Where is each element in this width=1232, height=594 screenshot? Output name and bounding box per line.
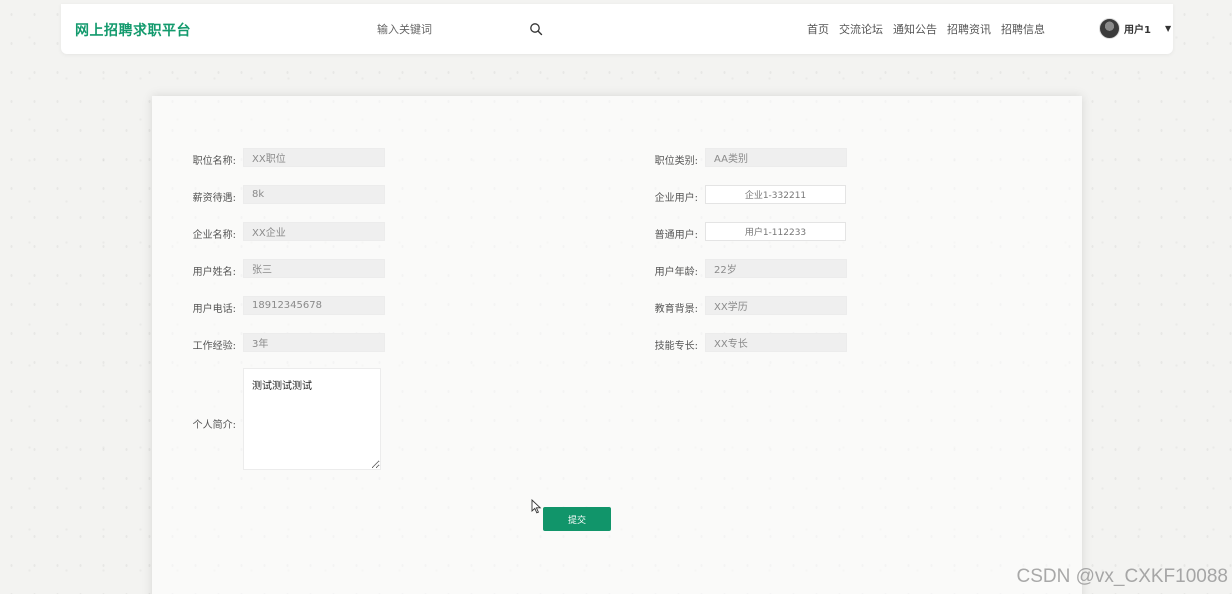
regular-user-label: 普通用户: [654, 230, 698, 241]
company-user-label: 企业用户: [654, 193, 698, 204]
intro-textarea[interactable]: 测试测试测试 [243, 368, 381, 470]
job-application-form: 职位名称: 薪资待遇: 企业名称: 用户姓名: 用户电话: 工作经验: 职位类别… [152, 96, 1082, 594]
user-age-input[interactable] [705, 259, 847, 278]
user-phone-input[interactable] [243, 296, 385, 315]
position-name-input[interactable] [243, 148, 385, 167]
skills-label: 技能专长: [654, 341, 698, 352]
nav-item-jobs[interactable]: 招聘信息 [1001, 21, 1045, 37]
nav-item-forum[interactable]: 交流论坛 [839, 21, 883, 37]
mouse-cursor-icon [531, 499, 542, 514]
submit-button[interactable]: 提交 [543, 507, 611, 531]
watermark-text: CSDN @vx_CXKF10088 [1016, 566, 1228, 587]
salary-input[interactable] [243, 185, 385, 204]
search-icon[interactable] [529, 22, 543, 36]
company-name-input[interactable] [243, 222, 385, 241]
user-fullname-input[interactable] [243, 259, 385, 278]
site-brand[interactable]: 网上招聘求职平台 [75, 20, 191, 40]
user-fullname-label: 用户姓名: [192, 267, 236, 278]
main-nav: 首页 交流论坛 通知公告 招聘资讯 招聘信息 [807, 21, 1045, 37]
work-experience-input[interactable] [243, 333, 385, 352]
company-user-input[interactable] [705, 185, 846, 204]
top-navbar: 网上招聘求职平台 首页 交流论坛 通知公告 招聘资讯 招聘信息 用户1 ▼ [61, 4, 1173, 54]
user-phone-label: 用户电话: [192, 304, 236, 315]
education-label: 教育背景: [654, 304, 698, 315]
salary-label: 薪资待遇: [192, 193, 236, 204]
nav-item-news[interactable]: 招聘资讯 [947, 21, 991, 37]
position-name-label: 职位名称: [192, 156, 236, 167]
avatar[interactable] [1099, 18, 1120, 39]
nav-item-notices[interactable]: 通知公告 [893, 21, 937, 37]
regular-user-input[interactable] [705, 222, 846, 241]
caret-down-icon[interactable]: ▼ [1165, 24, 1171, 33]
user-age-label: 用户年龄: [654, 267, 698, 278]
position-category-label: 职位类别: [654, 156, 698, 167]
skills-input[interactable] [705, 333, 847, 352]
nav-item-home[interactable]: 首页 [807, 21, 829, 37]
company-name-label: 企业名称: [192, 230, 236, 241]
position-category-input[interactable] [705, 148, 847, 167]
work-experience-label: 工作经验: [192, 341, 236, 352]
search-input[interactable] [373, 18, 521, 40]
intro-label: 个人简介: [192, 420, 236, 431]
user-menu[interactable]: 用户1 ▼ [1099, 18, 1171, 39]
education-input[interactable] [705, 296, 847, 315]
user-name: 用户1 [1124, 25, 1151, 36]
